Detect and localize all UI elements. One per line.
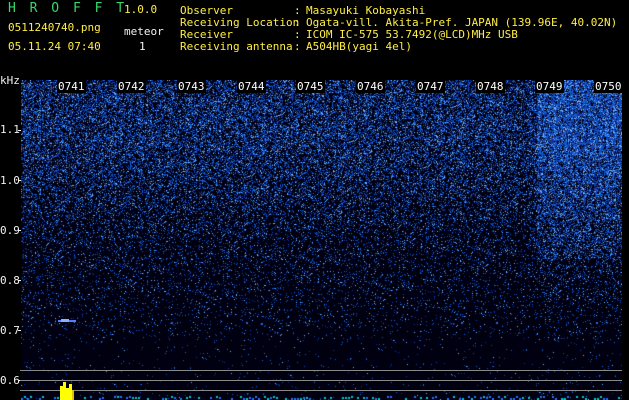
spectrogram (21, 80, 622, 400)
time-label-0748: 0748 (476, 80, 505, 93)
observer-label: Observer (180, 4, 233, 17)
time-label-0741: 0741 (57, 80, 86, 93)
band-line-upper (20, 370, 622, 371)
time-label-0744: 0744 (237, 80, 266, 93)
spectrogram-canvas (21, 80, 622, 400)
observer-sep: : (294, 4, 301, 17)
receiver-value: ICOM IC-575 53.7492(@LCD)MHz USB (306, 28, 518, 41)
y-label-0-6: 0.6 (0, 374, 20, 387)
meteor-count: 1 (139, 40, 146, 53)
time-label-0747: 0747 (416, 80, 445, 93)
y-label-0-9: 0.9 (0, 224, 20, 237)
meteor-label: meteor (124, 25, 164, 38)
location-label: Receiving Location (180, 16, 300, 29)
band-line-lower (20, 390, 622, 391)
app-name: H R O F F T (8, 1, 128, 16)
time-label-0742: 0742 (117, 80, 146, 93)
meteor-echo-marker (60, 382, 74, 400)
receiver-label: Receiver (180, 28, 233, 41)
y-axis-unit: kHz (0, 74, 20, 87)
antenna-value: A504HB(yagi 4el) (306, 40, 412, 53)
file-name: 0511240740.png (8, 21, 101, 34)
y-label-0-8: 0.8 (0, 274, 20, 287)
observer-value: Masayuki Kobayashi (306, 4, 426, 17)
band-line-middle (20, 380, 622, 381)
observation-datetime: 05.11.24 07:40 (8, 40, 101, 53)
antenna-label: Receiving antenna (180, 40, 293, 53)
y-label-1-1: 1.1 (0, 123, 20, 136)
app-version: 1.0.0 (124, 3, 158, 16)
location-value: Ogata-vill. Akita-Pref. JAPAN (139.96E, … (306, 16, 618, 29)
time-label-0746: 0746 (356, 80, 385, 93)
time-label-0743: 0743 (177, 80, 206, 93)
antenna-sep: : (294, 40, 301, 53)
y-label-0-7: 0.7 (0, 324, 20, 337)
time-label-0745: 0745 (296, 80, 325, 93)
receiver-sep: : (294, 28, 301, 41)
time-label-0749: 0749 (535, 80, 564, 93)
location-sep: : (294, 16, 301, 29)
time-label-0750: 0750 (594, 80, 623, 93)
meteor-echo-trace (58, 319, 76, 322)
y-label-1-0: 1.0 (0, 174, 20, 187)
